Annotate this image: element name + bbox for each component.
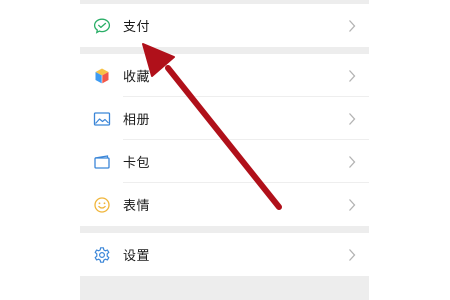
settings-gear-icon [93,246,111,264]
favorites-cube-icon [93,67,111,85]
settings-group: 设置 [80,233,369,276]
menu-item-album[interactable]: 相册 [80,97,369,140]
chevron-right-icon [349,248,356,261]
menu-item-cards[interactable]: 卡包 [80,140,369,183]
pay-group: 支付 [80,4,369,47]
menu-item-favorites[interactable]: 收藏 [80,54,369,97]
features-group: 收藏 相册 卡包 表情 [80,54,369,226]
menu-item-settings-label: 设置 [123,249,151,264]
emoji-smile-icon [93,196,111,214]
wechat-pay-icon [93,17,111,35]
album-picture-icon [93,110,111,128]
wechat-me-menu: 支付 收藏 相册 卡包 表情 设置 [80,0,369,300]
chevron-right-icon [349,155,356,168]
menu-item-emoji-label: 表情 [123,199,151,214]
menu-item-album-label: 相册 [123,113,151,128]
menu-item-cards-label: 卡包 [123,156,151,171]
menu-item-favorites-label: 收藏 [123,70,151,85]
chevron-right-icon [349,19,356,32]
menu-item-emoji[interactable]: 表情 [80,183,369,226]
chevron-right-icon [349,112,356,125]
menu-item-pay-label: 支付 [123,20,151,35]
menu-item-pay[interactable]: 支付 [80,4,369,47]
chevron-right-icon [349,69,356,82]
chevron-right-icon [349,198,356,211]
card-wallet-icon [93,153,111,171]
menu-item-settings[interactable]: 设置 [80,233,369,276]
